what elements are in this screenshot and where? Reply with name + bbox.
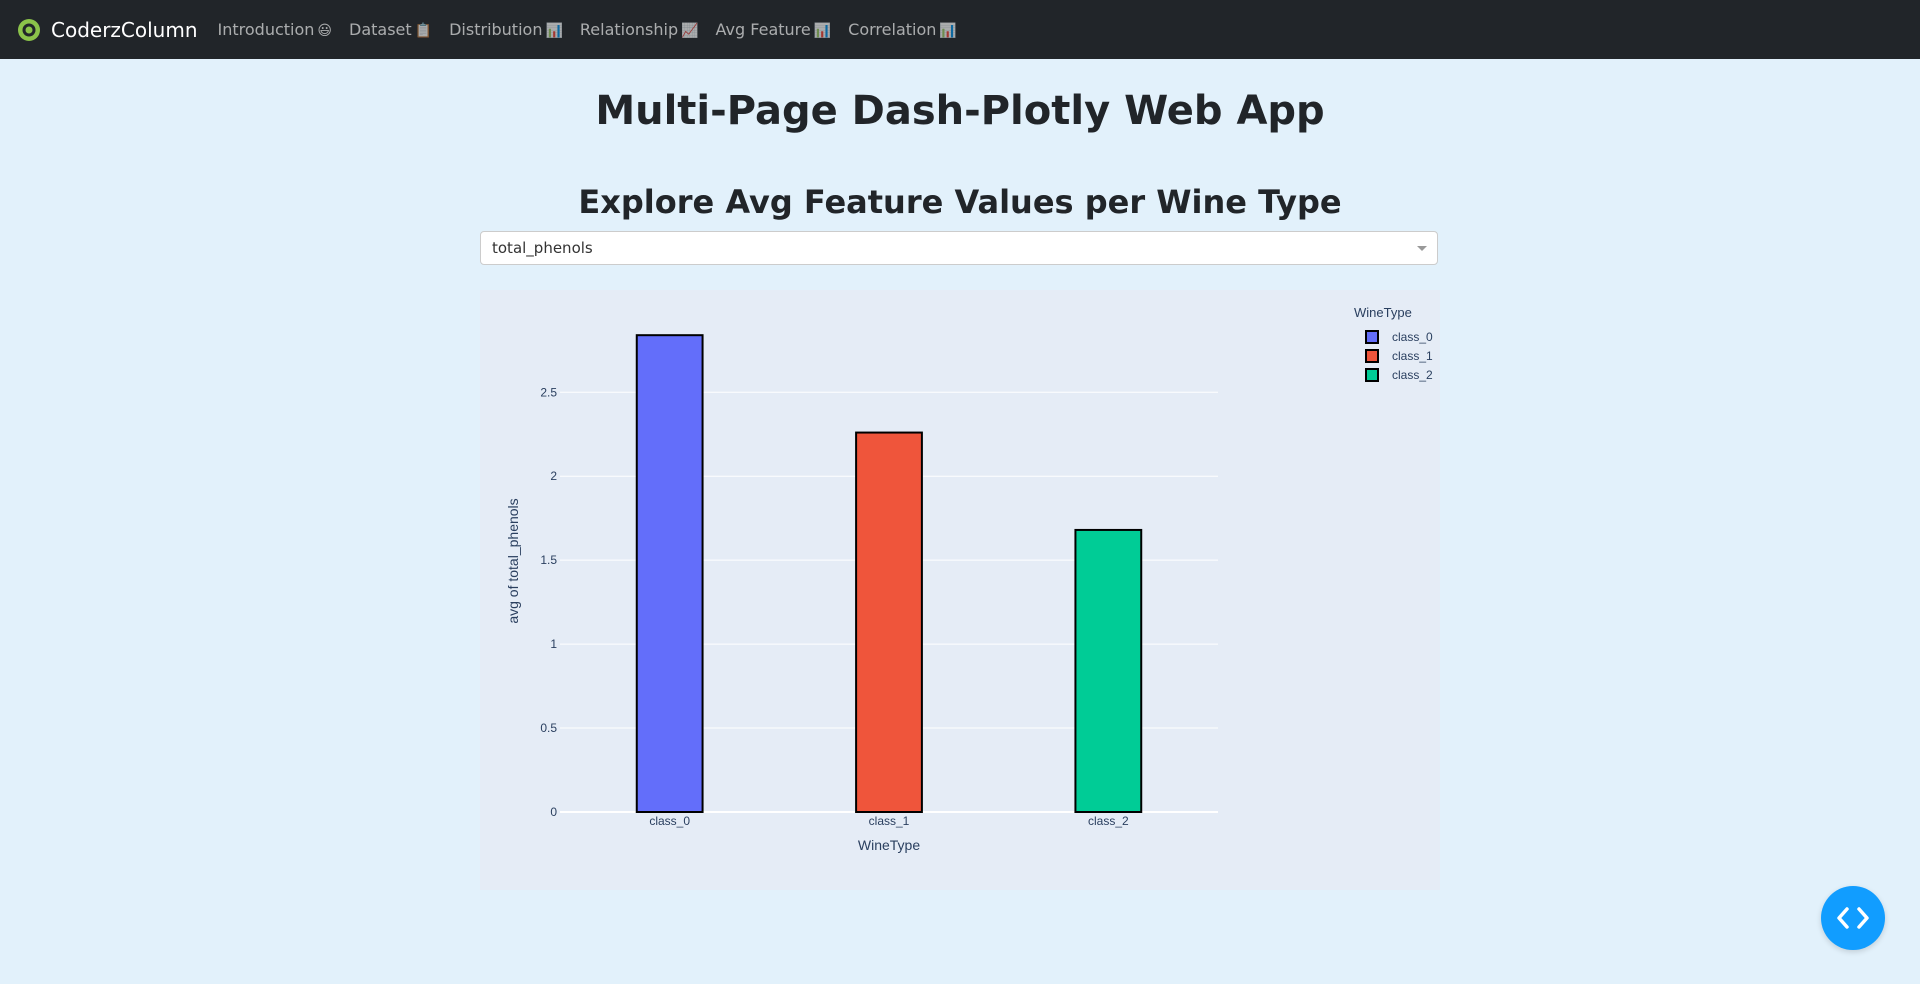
code-icon	[1837, 907, 1869, 929]
brand-name: CoderzColumn	[51, 17, 198, 42]
y-tick-label: 0.5	[540, 721, 557, 735]
y-axis-title: avg of total_phenols	[505, 498, 521, 623]
x-tick-label: class_2	[1088, 814, 1129, 828]
legend-label-class_2: class_2	[1392, 368, 1433, 382]
nav-item-avg-feature[interactable]: Avg Feature 📊	[716, 20, 832, 39]
nav-item-introduction[interactable]: Introduction 😃	[218, 20, 333, 39]
nav-item-label: Introduction	[217, 20, 315, 39]
feature-dropdown-value: total_phenols	[492, 239, 593, 257]
chevron-down-icon[interactable]	[1417, 246, 1427, 251]
nav-item-label: Distribution	[449, 20, 543, 39]
bar-class_0	[635, 334, 704, 813]
bar-chart-icon: 📊	[545, 23, 563, 39]
bar-class_1	[855, 431, 923, 814]
nav-item-relationship[interactable]: Relationship 📈	[580, 20, 699, 39]
brand-logo-icon	[18, 18, 40, 41]
legend-swatch-class_1	[1365, 349, 1379, 363]
bar-chart-icon: 📊	[813, 23, 832, 39]
section-title: Explore Avg Feature Values per Wine Type	[578, 183, 1342, 221]
bar-chart: 0 0.5 1 1.5 2 2.5 class_0 class_1 class_2 WineTyp…	[480, 290, 1440, 890]
nav-item-label: Dataset	[349, 20, 412, 39]
x-tick-label: class_0	[649, 814, 690, 828]
x-tick-label: class_1	[869, 814, 910, 828]
brand-link[interactable]: CoderzColumn	[17, 18, 198, 42]
y-tick-label: 2	[550, 469, 557, 483]
y-tick-label: 1	[550, 637, 557, 651]
navbar: CoderzColumn Introduction 😃 Dataset 📋 Dist…	[0, 0, 1920, 59]
legend-swatch-class_2	[1365, 368, 1379, 382]
y-tick-label: 0	[550, 805, 557, 819]
nav-item-label: Relationship	[579, 20, 679, 39]
y-tick-label: 2.5	[540, 385, 557, 399]
legend-label-class_0: class_0	[1392, 330, 1433, 344]
page-title: Multi-Page Dash-Plotly Web App	[595, 88, 1325, 134]
nav-item-distribution[interactable]: Distribution 📊	[449, 20, 563, 39]
nav-item-label: Correlation	[848, 20, 937, 39]
dev-tools-button[interactable]	[1821, 886, 1885, 950]
bar-chart-icon: 📊	[939, 23, 957, 39]
feature-dropdown[interactable]: total_phenols	[480, 231, 1438, 265]
line-chart-icon: 📈	[681, 23, 699, 39]
nav-item-dataset[interactable]: Dataset 📋	[349, 20, 432, 39]
smiley-icon: 😃	[317, 23, 333, 39]
bar-class_2	[1074, 528, 1143, 814]
x-axis-title: WineType	[858, 837, 920, 853]
legend-title: WineType	[1354, 305, 1412, 320]
legend-label-class_1: class_1	[1392, 349, 1433, 363]
nav-item-label: Avg Feature	[715, 20, 811, 39]
nav-item-correlation[interactable]: Correlation 📊	[848, 20, 957, 39]
y-tick-label: 1.5	[540, 553, 557, 567]
legend-swatch-class_0	[1365, 330, 1379, 344]
chart-background	[480, 290, 1440, 890]
clipboard-icon: 📋	[414, 23, 433, 39]
